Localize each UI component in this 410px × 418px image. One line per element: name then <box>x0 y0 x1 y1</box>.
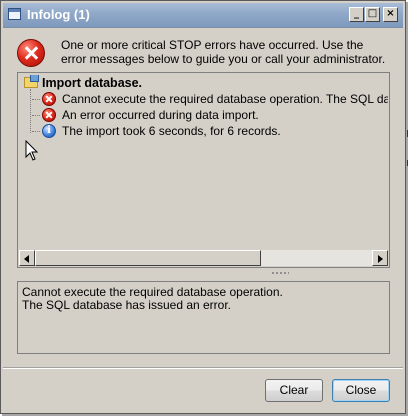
minimize-button[interactable]: _ <box>349 7 364 22</box>
application-icon <box>8 8 21 20</box>
background-line <box>407 160 408 166</box>
scroll-thumb[interactable] <box>35 250 261 266</box>
tree-item-label: An error occurred during data import. <box>62 108 259 122</box>
tree-root-item[interactable]: Import database. <box>24 75 384 91</box>
message-tree[interactable]: Import database. Cannot execute the requ… <box>17 72 390 268</box>
scroll-right-button[interactable] <box>372 250 388 266</box>
folder-icon <box>24 75 39 88</box>
error-icon <box>42 92 56 106</box>
horizontal-scrollbar[interactable] <box>19 249 388 266</box>
tree-item-error-1[interactable]: Cannot execute the required database ope… <box>32 91 388 107</box>
splitter-grip[interactable] <box>271 271 289 275</box>
tree-connector-line <box>30 89 31 133</box>
background-line <box>407 130 408 137</box>
tree-connector <box>32 115 40 116</box>
detail-line: The SQL database has issued an error. <box>22 298 232 312</box>
title-bar[interactable]: Infolog (1) _ □ × <box>3 3 403 28</box>
tree-item-label: The import took 6 seconds, for 6 records… <box>62 124 281 138</box>
tree-item-info[interactable]: i The import took 6 seconds, for 6 recor… <box>32 123 388 139</box>
info-icon: i <box>42 124 56 138</box>
close-window-button[interactable]: × <box>383 7 398 22</box>
stop-error-icon <box>17 39 45 67</box>
separator <box>3 367 403 369</box>
infolog-dialog: Infolog (1) _ □ × One or more critical S… <box>0 0 406 414</box>
tree-item-error-2[interactable]: An error occurred during data import. <box>32 107 388 123</box>
clear-button[interactable]: Clear <box>265 379 323 402</box>
tree-item-label: Cannot execute the required database ope… <box>62 92 388 106</box>
close-button[interactable]: Close <box>332 379 390 402</box>
scroll-left-button[interactable] <box>19 250 35 266</box>
tree-connector <box>32 99 40 100</box>
error-details-panel: Cannot execute the required database ope… <box>17 281 390 354</box>
tree-connector <box>32 131 40 132</box>
window-title: Infolog (1) <box>27 7 90 22</box>
maximize-button[interactable]: □ <box>365 7 380 22</box>
mouse-pointer-icon <box>25 140 39 161</box>
error-icon <box>42 108 56 122</box>
tree-root-label: Import database. <box>42 76 143 90</box>
error-summary-message: One or more critical STOP errors have oc… <box>61 38 386 66</box>
